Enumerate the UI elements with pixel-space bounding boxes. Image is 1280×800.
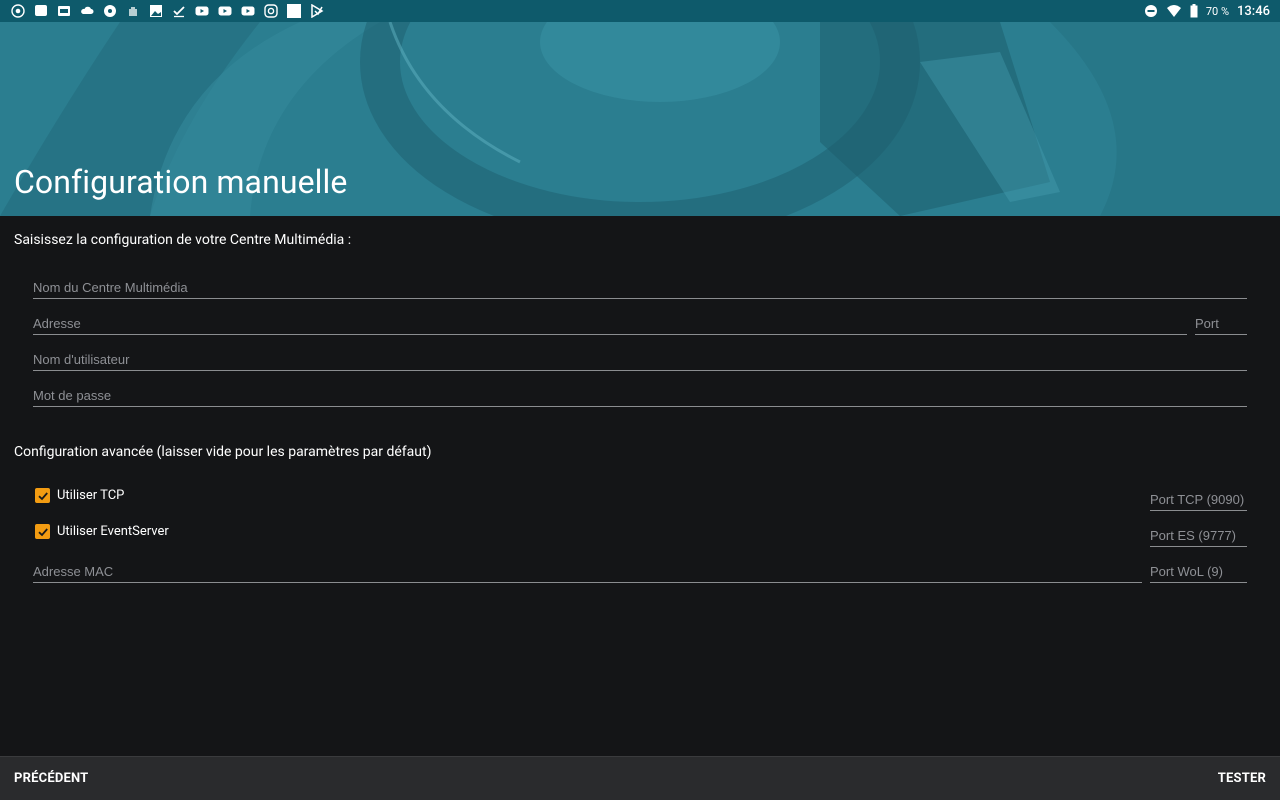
advanced-config-label: Configuration avancée (laisser vide pour… bbox=[14, 444, 432, 460]
checkbox-checked-icon[interactable] bbox=[35, 488, 50, 503]
youtube-icon bbox=[217, 4, 232, 18]
checkbox-checked-icon[interactable] bbox=[35, 524, 50, 539]
port-field[interactable] bbox=[1195, 313, 1247, 335]
config-form: Saisissez la configuration de votre Cent… bbox=[0, 216, 1280, 756]
es-port-input[interactable] bbox=[1150, 525, 1247, 546]
page-title: Configuration manuelle bbox=[14, 163, 348, 201]
password-field[interactable] bbox=[33, 385, 1247, 407]
use-tcp-checkbox[interactable]: Utiliser TCP bbox=[35, 488, 124, 503]
cloud-icon bbox=[79, 4, 94, 18]
battery-icon bbox=[1190, 4, 1198, 18]
battery-level: 70 % bbox=[1205, 4, 1230, 18]
username-input[interactable] bbox=[33, 349, 1247, 370]
mail-icon bbox=[56, 4, 71, 18]
use-eventserver-checkbox[interactable]: Utiliser EventServer bbox=[35, 524, 169, 539]
message-icon bbox=[33, 4, 48, 18]
es-port-field[interactable] bbox=[1150, 525, 1247, 547]
username-field[interactable] bbox=[33, 349, 1247, 371]
address-input[interactable] bbox=[33, 313, 1187, 334]
circle-icon bbox=[102, 4, 117, 18]
youtube-icon bbox=[194, 4, 209, 18]
instagram-icon bbox=[263, 4, 278, 18]
header-banner: Configuration manuelle bbox=[0, 22, 1280, 216]
chrome-icon bbox=[10, 4, 25, 18]
clock: 13:46 bbox=[1237, 3, 1270, 19]
intro-text: Saisissez la configuration de votre Cent… bbox=[14, 232, 352, 248]
image-icon bbox=[148, 4, 163, 18]
bottom-action-bar: PRÉCÉDENT TESTER bbox=[0, 756, 1280, 800]
status-bar: 70 % 13:46 bbox=[0, 0, 1280, 22]
media-center-name-input[interactable] bbox=[33, 277, 1247, 298]
hand-icon bbox=[125, 4, 140, 18]
check-icon bbox=[171, 4, 186, 18]
test-button[interactable]: TESTER bbox=[1218, 771, 1266, 786]
do-not-disturb-icon bbox=[1144, 4, 1159, 18]
mac-address-input[interactable] bbox=[33, 561, 1142, 582]
notification-icons bbox=[10, 4, 324, 18]
address-field[interactable] bbox=[33, 313, 1187, 335]
password-input[interactable] bbox=[33, 385, 1247, 406]
mac-address-field[interactable] bbox=[33, 561, 1142, 583]
youtube-icon bbox=[240, 4, 255, 18]
wol-port-input[interactable] bbox=[1150, 561, 1247, 582]
use-eventserver-label: Utiliser EventServer bbox=[57, 524, 169, 539]
play-store-icon bbox=[309, 4, 324, 18]
wifi-icon bbox=[1167, 4, 1182, 18]
tcp-port-field[interactable] bbox=[1150, 489, 1247, 511]
system-status: 70 % 13:46 bbox=[1144, 4, 1270, 19]
port-input[interactable] bbox=[1195, 313, 1247, 334]
use-tcp-label: Utiliser TCP bbox=[57, 488, 125, 503]
tcp-port-input[interactable] bbox=[1150, 489, 1247, 510]
previous-button[interactable]: PRÉCÉDENT bbox=[14, 771, 88, 786]
media-center-name-field[interactable] bbox=[33, 277, 1247, 299]
wol-port-field[interactable] bbox=[1150, 561, 1247, 583]
square-icon bbox=[286, 4, 301, 18]
